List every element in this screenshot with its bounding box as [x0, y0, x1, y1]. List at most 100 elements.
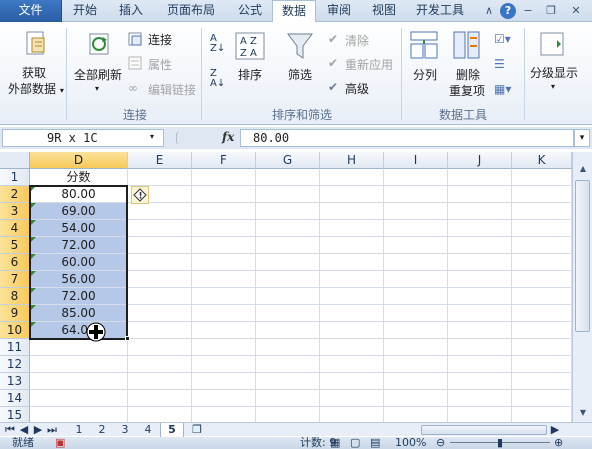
cell-i6[interactable] [384, 254, 448, 271]
cell-k10[interactable] [512, 322, 572, 339]
cell-e8[interactable] [128, 288, 192, 305]
name-box-dropdown-icon[interactable]: ▾ [150, 132, 154, 141]
cell-j14[interactable] [448, 390, 512, 407]
tab-insert[interactable]: 插入 [108, 0, 154, 22]
cell-f1[interactable] [192, 169, 256, 186]
macro-record-icon[interactable]: ▣ [55, 437, 65, 449]
last-sheet-icon[interactable]: ⏭ [46, 423, 58, 437]
cell-k2[interactable] [512, 186, 572, 203]
cell-d13[interactable] [30, 373, 128, 390]
page-break-view-icon[interactable]: ▤ [370, 437, 380, 449]
name-box[interactable]: 9R x 1C [2, 129, 164, 147]
cell-f15[interactable] [192, 407, 256, 422]
cell-e15[interactable] [128, 407, 192, 422]
cell-f10[interactable] [192, 322, 256, 339]
cell-e7[interactable] [128, 271, 192, 288]
cell-j5[interactable] [448, 237, 512, 254]
cell-j4[interactable] [448, 220, 512, 237]
cell-j2[interactable] [448, 186, 512, 203]
row-header-8[interactable]: 8 [0, 288, 30, 305]
cell-h15[interactable] [320, 407, 384, 422]
cell-j13[interactable] [448, 373, 512, 390]
cell-f14[interactable] [192, 390, 256, 407]
cell-d9[interactable]: 85.00 [30, 305, 128, 322]
cell-f9[interactable] [192, 305, 256, 322]
cell-k13[interactable] [512, 373, 572, 390]
normal-view-icon[interactable]: ▦ [330, 437, 340, 449]
edit-links-button[interactable]: 编辑链接 [148, 81, 196, 98]
cell-g10[interactable] [256, 322, 320, 339]
cell-g1[interactable] [256, 169, 320, 186]
tab-developer[interactable]: 开发工具 [406, 0, 474, 22]
row-header-4[interactable]: 4 [0, 220, 30, 237]
get-external-data-label1[interactable]: 获取 [22, 64, 46, 81]
cell-g4[interactable] [256, 220, 320, 237]
cell-e6[interactable] [128, 254, 192, 271]
cell-i9[interactable] [384, 305, 448, 322]
consolidate-icon[interactable]: ☰ [494, 57, 505, 71]
get-external-data-label2[interactable]: 外部数据 ▾ [8, 80, 64, 97]
sort-button[interactable]: 排序 [238, 66, 262, 83]
cell-j1[interactable] [448, 169, 512, 186]
properties-button[interactable]: 属性 [148, 56, 172, 73]
remove-duplicates-label2[interactable]: 重复项 [449, 82, 485, 99]
cell-f6[interactable] [192, 254, 256, 271]
cell-e1[interactable] [128, 169, 192, 186]
cell-j8[interactable] [448, 288, 512, 305]
cell-g6[interactable] [256, 254, 320, 271]
cell-d12[interactable] [30, 356, 128, 373]
reapply-button[interactable]: 重新应用 [345, 56, 393, 73]
tab-review[interactable]: 审阅 [316, 0, 362, 22]
row-header-9[interactable]: 9 [0, 305, 30, 322]
cell-g12[interactable] [256, 356, 320, 373]
cell-h7[interactable] [320, 271, 384, 288]
cell-j9[interactable] [448, 305, 512, 322]
cell-f12[interactable] [192, 356, 256, 373]
cell-e5[interactable] [128, 237, 192, 254]
cell-e14[interactable] [128, 390, 192, 407]
refresh-all-button[interactable]: 全部刷新 [74, 66, 122, 83]
remove-duplicates-label1[interactable]: 删除 [456, 66, 480, 83]
cell-e10[interactable] [128, 322, 192, 339]
tab-home[interactable]: 开始 [62, 0, 108, 22]
column-header-e[interactable]: E [128, 152, 192, 169]
page-layout-view-icon[interactable]: ▢ [350, 437, 360, 449]
cell-f13[interactable] [192, 373, 256, 390]
cell-g3[interactable] [256, 203, 320, 220]
row-header-3[interactable]: 3 [0, 203, 30, 220]
cell-e3[interactable] [128, 203, 192, 220]
help-icon[interactable]: ? [500, 3, 516, 19]
next-sheet-icon[interactable]: ▶ [32, 423, 44, 437]
connections-button[interactable]: 连接 [148, 31, 172, 48]
cell-f11[interactable] [192, 339, 256, 356]
cell-k5[interactable] [512, 237, 572, 254]
data-validation-icon[interactable]: ☑▾ [494, 32, 511, 46]
cell-d14[interactable] [30, 390, 128, 407]
cell-f8[interactable] [192, 288, 256, 305]
refresh-dropdown-icon[interactable]: ▾ [95, 84, 99, 93]
scroll-down-icon[interactable]: ▼ [575, 406, 591, 420]
cell-j12[interactable] [448, 356, 512, 373]
cell-j15[interactable] [448, 407, 512, 422]
prev-sheet-icon[interactable]: ◀ [18, 423, 30, 437]
sheet-tab-2[interactable]: 2 [91, 423, 113, 437]
cell-d3[interactable]: 69.00 [30, 203, 128, 220]
cell-f4[interactable] [192, 220, 256, 237]
cell-i10[interactable] [384, 322, 448, 339]
row-header-14[interactable]: 14 [0, 390, 30, 407]
cell-d10[interactable]: 64.00 [30, 322, 128, 339]
zoom-in-icon[interactable]: ⊕ [554, 437, 563, 449]
cell-g2[interactable] [256, 186, 320, 203]
cell-g15[interactable] [256, 407, 320, 422]
cell-i13[interactable] [384, 373, 448, 390]
cell-h13[interactable] [320, 373, 384, 390]
cell-g11[interactable] [256, 339, 320, 356]
cell-h9[interactable] [320, 305, 384, 322]
sheet-tab-1[interactable]: 1 [68, 423, 90, 437]
cell-k6[interactable] [512, 254, 572, 271]
cell-h14[interactable] [320, 390, 384, 407]
cell-h4[interactable] [320, 220, 384, 237]
cell-h12[interactable] [320, 356, 384, 373]
row-header-7[interactable]: 7 [0, 271, 30, 288]
cell-h5[interactable] [320, 237, 384, 254]
